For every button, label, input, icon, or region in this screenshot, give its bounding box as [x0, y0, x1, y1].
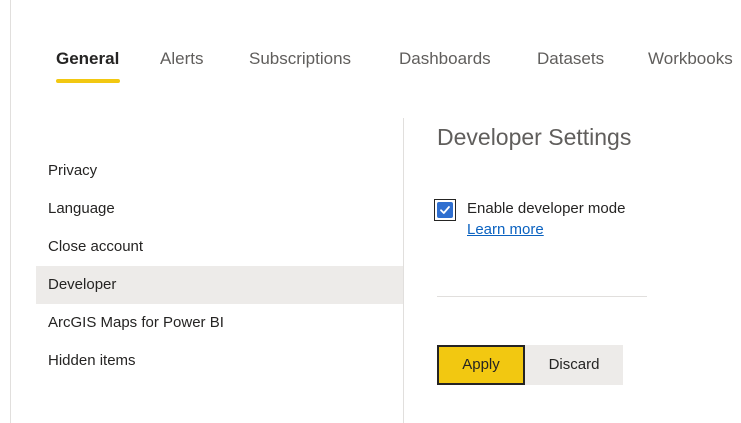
sidebar-item-hidden-items[interactable]: Hidden items	[36, 342, 403, 380]
developer-mode-label[interactable]: Enable developer mode	[467, 200, 625, 217]
sidebar-item-arcgis-maps[interactable]: ArcGIS Maps for Power BI	[36, 304, 403, 342]
learn-more-link[interactable]: Learn more	[467, 221, 544, 238]
sidebar-item-privacy[interactable]: Privacy	[36, 152, 403, 190]
active-tab-indicator	[56, 79, 120, 83]
tab-subscriptions[interactable]: Subscriptions	[249, 47, 351, 71]
tab-workbooks[interactable]: Workbooks	[648, 47, 733, 71]
page-title: Developer Settings	[437, 124, 632, 150]
tab-alerts[interactable]: Alerts	[160, 47, 203, 71]
discard-button[interactable]: Discard	[525, 345, 623, 385]
apply-button[interactable]: Apply	[437, 345, 525, 385]
content-divider	[403, 118, 404, 423]
tab-general[interactable]: General	[56, 47, 119, 71]
tab-datasets[interactable]: Datasets	[537, 47, 604, 71]
sidebar-item-close-account[interactable]: Close account	[36, 228, 403, 266]
developer-mode-checkbox[interactable]	[434, 199, 456, 221]
sidebar-item-developer[interactable]: Developer	[36, 266, 403, 304]
tab-dashboards[interactable]: Dashboards	[399, 47, 491, 71]
window-left-border	[10, 0, 11, 423]
settings-sidebar: Privacy Language Close account Developer…	[36, 152, 403, 380]
section-divider	[437, 296, 647, 297]
checkmark-icon	[437, 202, 453, 218]
sidebar-item-language[interactable]: Language	[36, 190, 403, 228]
